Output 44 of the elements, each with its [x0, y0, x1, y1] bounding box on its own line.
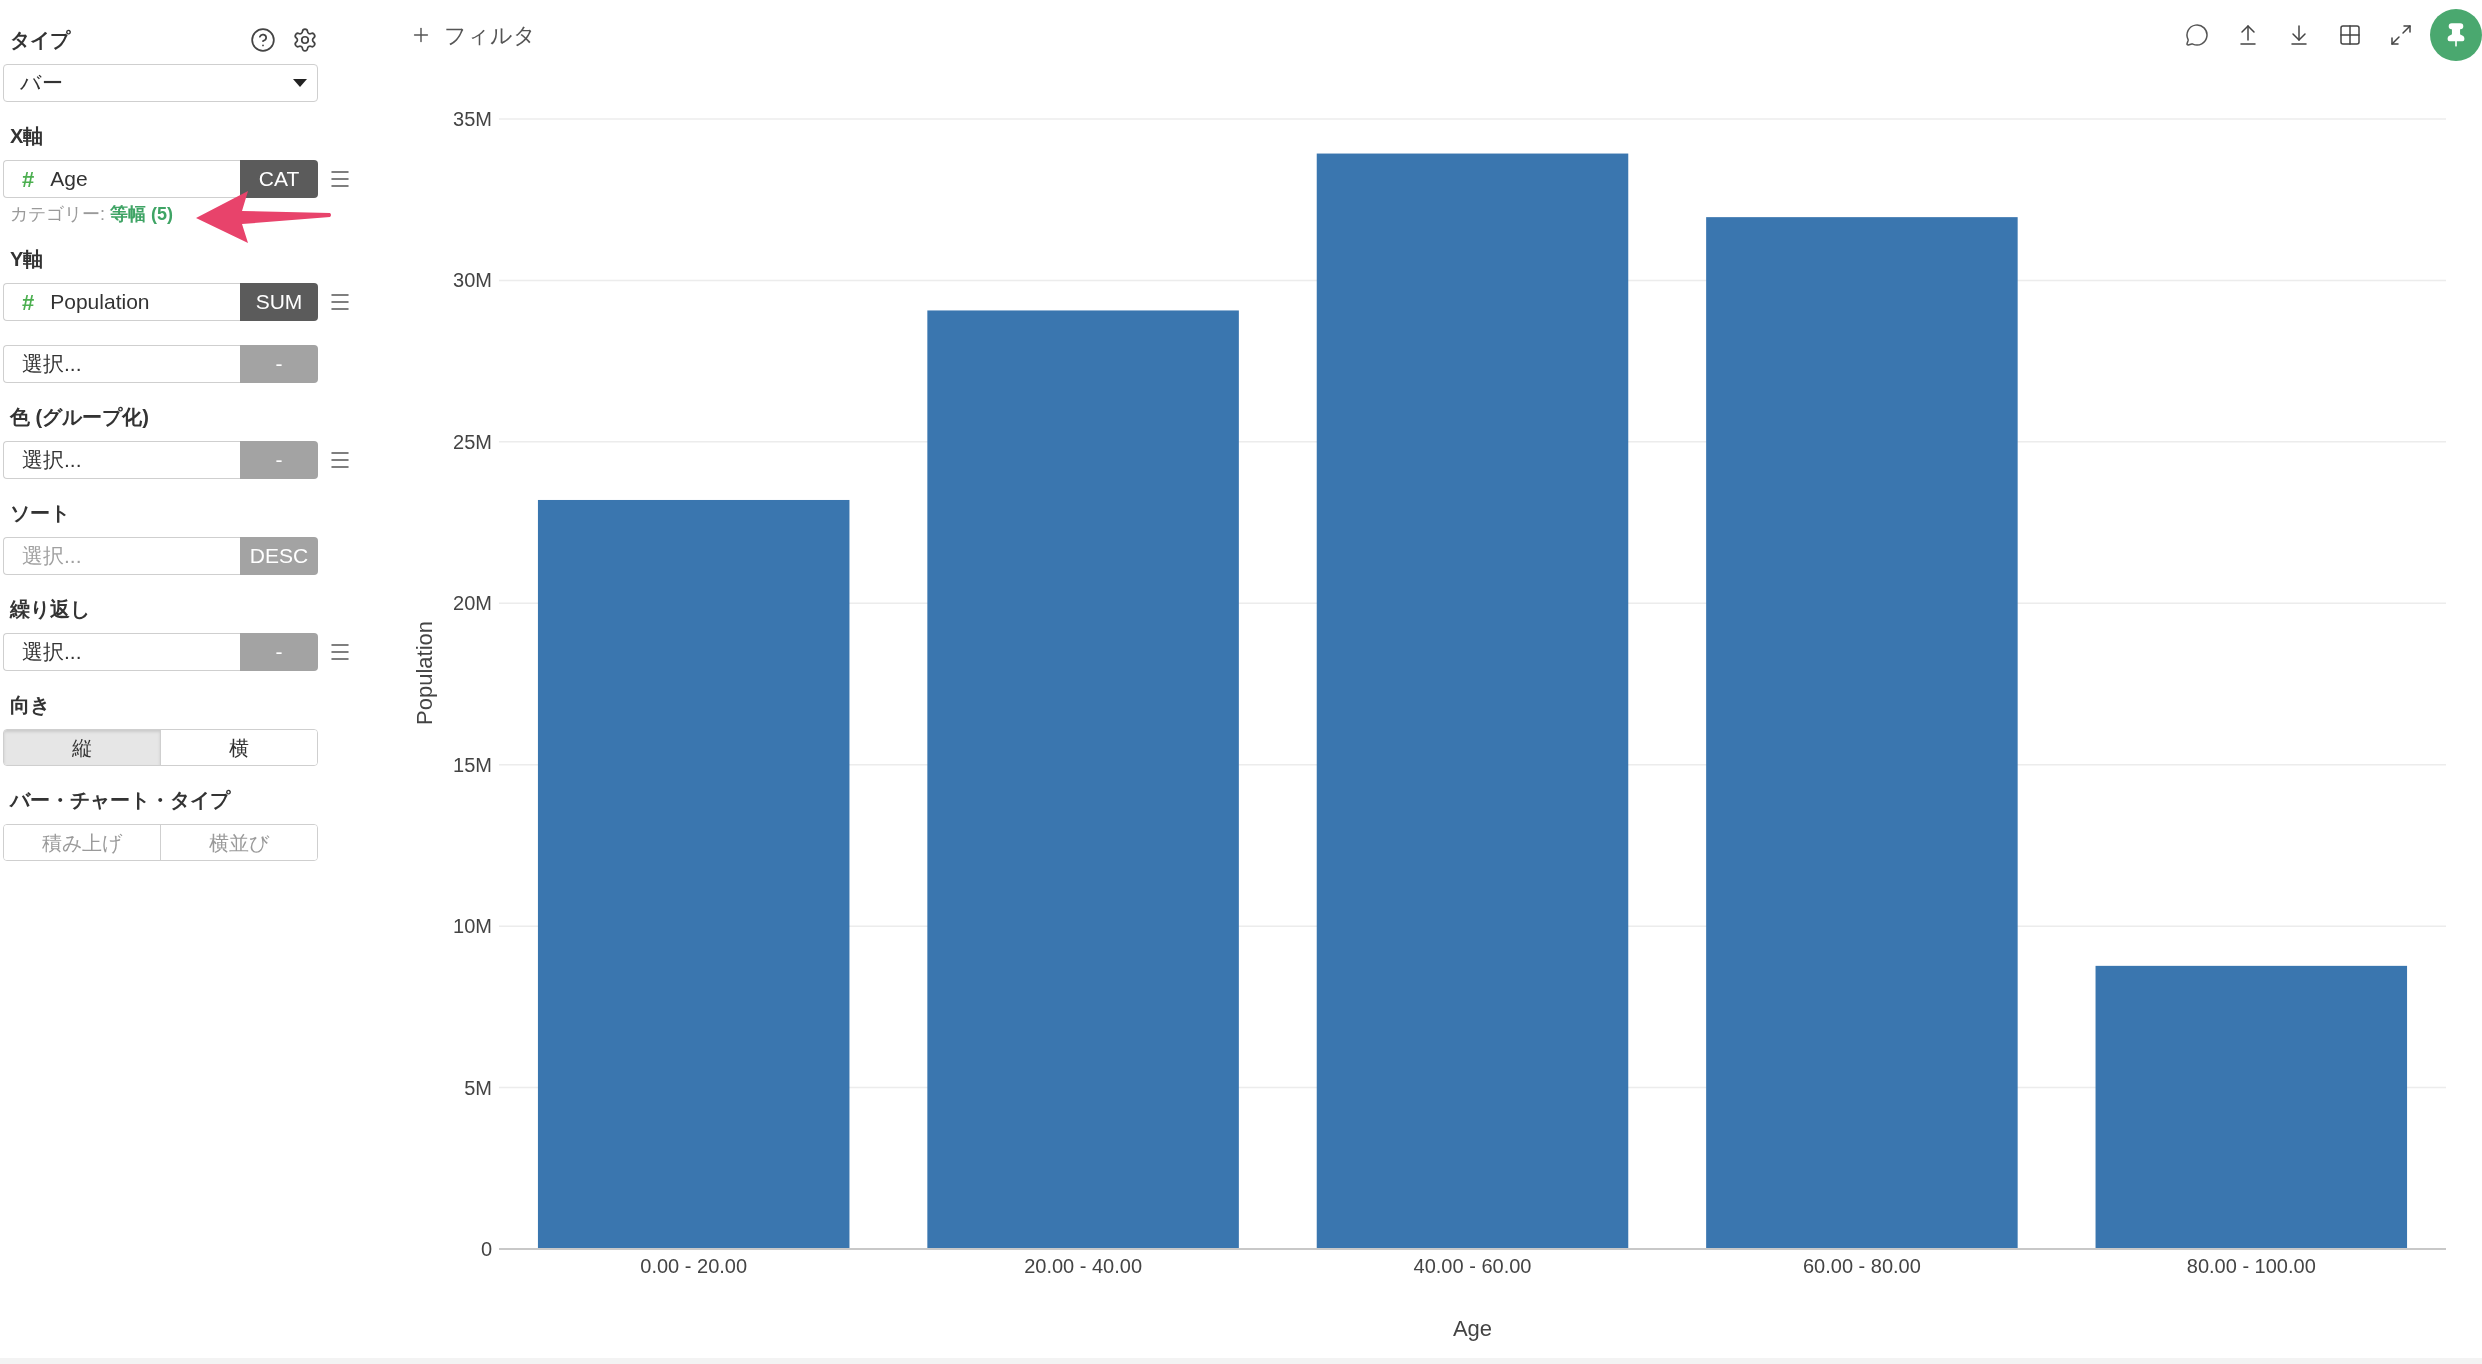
pin-button[interactable] [2430, 9, 2482, 61]
category-note: カテゴリー: 等幅 (5) [10, 203, 173, 225]
hash-icon: # [22, 162, 35, 196]
help-icon[interactable] [250, 27, 276, 53]
caret-icon [293, 79, 307, 87]
section-label: Y軸 [10, 247, 45, 272]
section-label: バー・チャート・タイプ [10, 788, 232, 813]
y-tick-label: 10M [453, 915, 492, 938]
aggregation-button[interactable]: SUM [240, 283, 318, 321]
x-tick-label: 80.00 - 100.00 [2186, 1255, 2316, 1277]
y-tick-label: 15M [453, 753, 492, 776]
y-tick-label: 20M [453, 592, 492, 615]
expand-icon[interactable] [2389, 23, 2413, 47]
column-select[interactable]: 選択... [3, 345, 240, 383]
x-tick-label: 60.00 - 80.00 [1802, 1255, 1921, 1277]
x-tick-label: 40.00 - 60.00 [1413, 1255, 1532, 1277]
x-tick-label: 0.00 - 20.00 [640, 1255, 748, 1277]
y-tick-label: 25M [453, 430, 492, 453]
y-axis-title: Population [412, 621, 437, 725]
x-axis-title: Age [1452, 1316, 1493, 1341]
y-tick-label: 0 [480, 1238, 492, 1260]
column-select[interactable]: 選択... [3, 633, 240, 671]
section-label: 繰り返し [10, 597, 91, 622]
hash-icon: # [22, 285, 35, 319]
settings-icon[interactable] [292, 27, 318, 53]
x-tick-label: 20.00 - 40.00 [1024, 1255, 1143, 1277]
y-tick-label: 5M [464, 1076, 492, 1099]
section-label: ソート [10, 501, 71, 526]
y-tick-label: 35M [453, 108, 492, 130]
section-label: 向き [10, 693, 51, 718]
section-label: 色 (グループ化) [10, 405, 150, 430]
section-label: X軸 [10, 124, 45, 149]
column-select[interactable]: # Population [3, 283, 240, 321]
y-tick-label: 30M [453, 269, 492, 292]
comment-icon[interactable] [2185, 23, 2209, 47]
toggle-option[interactable]: 縦 [4, 730, 160, 765]
section-label: タイプ [10, 28, 70, 53]
column-select[interactable]: 選択... [3, 441, 240, 479]
chart-type-select[interactable]: バー [3, 64, 318, 102]
add-filter-button[interactable]: フィルタ [410, 18, 536, 52]
aggregation-button[interactable]: CAT [240, 160, 318, 198]
grid-icon[interactable] [2338, 23, 2362, 47]
column-select[interactable]: # Age [3, 160, 240, 198]
toggle-option[interactable]: 横 [160, 730, 317, 765]
